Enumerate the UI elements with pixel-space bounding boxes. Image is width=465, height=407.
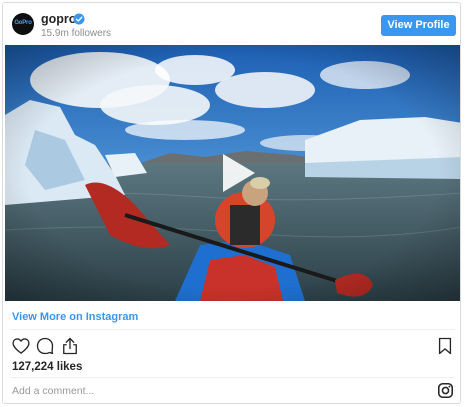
- like-count: 127,224 likes: [12, 361, 83, 373]
- follower-count: 15.9m followers: [41, 28, 112, 39]
- instagram-embed-card: GoPro gopro 15.9m followers View Profile: [2, 2, 461, 404]
- verified-badge-icon: [73, 13, 85, 25]
- heart-icon[interactable]: [11, 336, 31, 356]
- divider: [10, 377, 455, 378]
- avatar[interactable]: GoPro: [12, 13, 34, 35]
- divider: [10, 329, 455, 330]
- play-icon[interactable]: [213, 150, 259, 196]
- view-more-link[interactable]: View More on Instagram: [12, 311, 138, 323]
- post-header: GoPro gopro 15.9m followers View Profile: [3, 3, 460, 45]
- instagram-icon[interactable]: [437, 382, 454, 399]
- add-comment-input[interactable]: Add a comment...: [12, 385, 94, 397]
- username[interactable]: gopro: [41, 12, 76, 26]
- view-profile-button[interactable]: View Profile: [381, 15, 456, 36]
- comment-icon[interactable]: [35, 336, 55, 356]
- avatar-logo-text: GoPro: [14, 20, 32, 26]
- bookmark-icon[interactable]: [435, 336, 455, 356]
- share-icon[interactable]: [60, 336, 80, 356]
- video-media[interactable]: [5, 45, 460, 301]
